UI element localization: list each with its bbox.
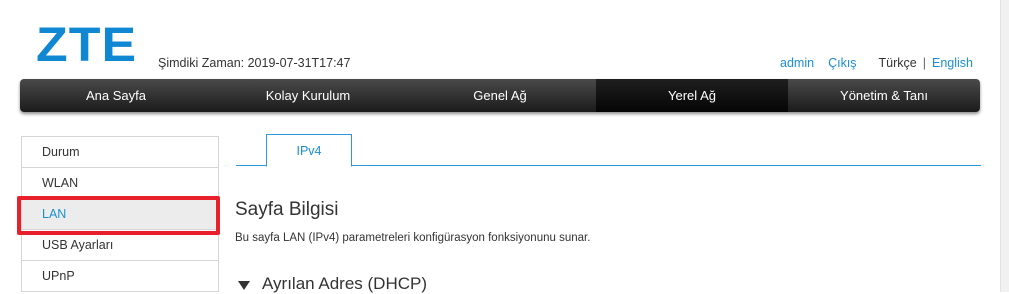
section-title: Ayrılan Adres (DHCP) <box>262 274 428 293</box>
sidebar-item-upnp[interactable]: UPnP <box>22 261 218 292</box>
nav-wan[interactable]: Genel Ağ <box>404 79 596 112</box>
nav-quick-setup[interactable]: Kolay Kurulum <box>212 79 404 112</box>
language-separator: | <box>922 56 926 70</box>
language-english-link[interactable]: English <box>932 56 973 70</box>
page-description: Bu sayfa LAN (IPv4) parametreleri konfig… <box>235 232 591 244</box>
sidebar-item-lan[interactable]: LAN <box>22 199 218 230</box>
zte-logo: ZTE <box>36 19 138 72</box>
sidebar: Durum WLAN LAN USB Ayarları UPnP <box>21 136 219 292</box>
dhcp-section-header[interactable]: Ayrılan Adres (DHCP) <box>238 274 427 294</box>
sidebar-item-usb-settings[interactable]: USB Ayarları <box>22 230 218 261</box>
scrollbar[interactable] <box>1000 0 1009 292</box>
nav-management[interactable]: Yönetim & Tanı <box>788 79 980 112</box>
top-links: admin Çıkış Türkçe | English <box>780 56 973 70</box>
logout-link[interactable]: Çıkış <box>828 56 856 70</box>
sidebar-item-status[interactable]: Durum <box>22 137 218 168</box>
sidebar-item-wlan[interactable]: WLAN <box>22 168 218 199</box>
admin-link[interactable]: admin <box>780 56 814 70</box>
tab-ipv4[interactable]: IPv4 <box>266 134 352 167</box>
language-current: Türkçe <box>878 56 917 70</box>
current-time: Şimdiki Zaman: 2019-07-31T17:47 <box>158 56 351 70</box>
triangle-down-icon <box>238 280 250 290</box>
main-navigation: Ana Sayfa Kolay Kurulum Genel Ağ Yerel A… <box>20 79 980 112</box>
page-title: Sayfa Bilgisi <box>235 199 339 220</box>
nav-home[interactable]: Ana Sayfa <box>20 79 212 112</box>
nav-local-network[interactable]: Yerel Ağ <box>596 79 788 112</box>
